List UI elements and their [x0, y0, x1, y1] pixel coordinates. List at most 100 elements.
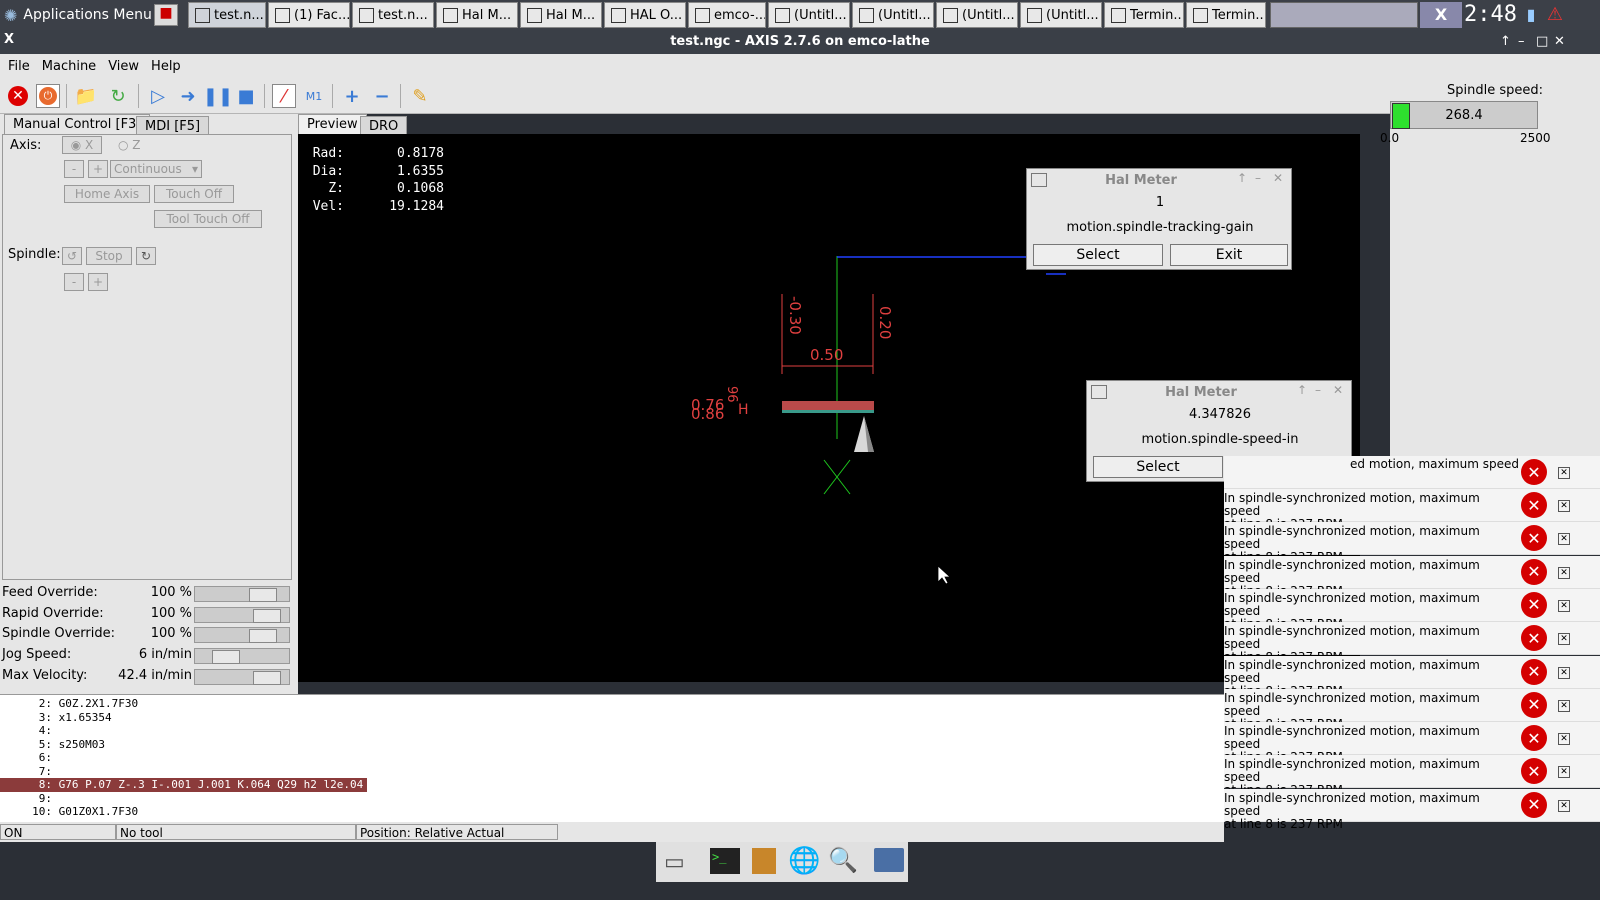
search-icon[interactable]: 🔍 [828, 846, 858, 874]
close-icon[interactable]: ✕ [1558, 766, 1570, 779]
close-icon[interactable]: ✕ [1558, 666, 1570, 679]
close-icon[interactable]: ✕ [1558, 799, 1570, 812]
taskbar-task[interactable]: Hal M... [520, 2, 602, 28]
workspace-switcher[interactable] [1270, 2, 1418, 28]
gcode-line[interactable]: 4: [0, 724, 1224, 738]
notification[interactable]: ed motion, maximum speed ✕ ✕ [1224, 456, 1600, 489]
hal-meter-exit-button[interactable]: Exit [1170, 244, 1288, 266]
gcode-line[interactable]: 9: [0, 792, 1224, 806]
web-browser-icon[interactable]: 🌐 [788, 846, 820, 876]
jog-plus-button[interactable]: + [88, 160, 108, 178]
spindle-stop-button[interactable]: Stop [86, 247, 132, 265]
spindle-faster-button[interactable]: + [88, 273, 108, 291]
show-desktop-dock-icon[interactable]: ▭ [664, 850, 685, 875]
notification[interactable]: In spindle-synchronized motion, maximum … [1224, 588, 1600, 630]
close-icon[interactable]: ✕ [1558, 467, 1570, 479]
step-icon[interactable]: ➜ [176, 84, 200, 108]
menu-help[interactable]: Help [151, 59, 181, 74]
taskbar-task[interactable]: Termin... [1104, 2, 1184, 28]
axis-z-radio[interactable]: ○ Z [118, 138, 141, 152]
gcode-line[interactable]: 5: s250M03 [0, 738, 1224, 752]
window-raise-icon[interactable]: ↑ [1500, 34, 1511, 49]
menu-file[interactable]: File [8, 59, 30, 74]
window-close-icon[interactable]: ✕ [1273, 171, 1283, 185]
slider-thumb[interactable] [212, 650, 240, 664]
applications-menu[interactable]: ✺ Applications Menu [4, 3, 152, 27]
zoom-in-icon[interactable]: + [340, 84, 364, 108]
gcode-line[interactable]: 8: G76 P.07 Z-.3 I-.001 J.001 K.064 Q29 … [0, 778, 368, 792]
notification[interactable]: In spindle-synchronized motion, maximum … [1224, 655, 1600, 697]
terminal-icon[interactable]: >_ [710, 848, 740, 874]
taskbar-task[interactable]: (Untitl... [1020, 2, 1102, 28]
pause-icon[interactable]: ❚❚ [203, 84, 233, 108]
axis-x-radio[interactable]: ◉ X [62, 136, 102, 154]
taskbar-task[interactable]: emco-... [688, 2, 766, 28]
slider-thumb[interactable] [253, 609, 281, 623]
notification[interactable]: In spindle-synchronized motion, maximum … [1224, 788, 1600, 830]
tab-dro[interactable]: DRO [360, 116, 408, 136]
override-slider[interactable] [194, 607, 290, 623]
override-slider[interactable] [194, 627, 290, 643]
clock[interactable]: 2:48 [1464, 2, 1517, 28]
window-raise-icon[interactable]: ↑ [1297, 383, 1307, 397]
folder-icon[interactable] [874, 848, 904, 872]
machine-power-icon[interactable]: ⏻ [36, 84, 60, 108]
window-raise-icon[interactable]: ↑ [1237, 171, 1247, 185]
override-slider[interactable] [194, 669, 290, 685]
slider-thumb[interactable] [253, 671, 281, 685]
taskbar-task[interactable]: test.n... [188, 2, 266, 28]
reload-icon[interactable]: ↻ [106, 84, 130, 108]
taskbar-task[interactable]: (Untitl... [936, 2, 1018, 28]
close-icon[interactable]: ✕ [1558, 733, 1570, 746]
notification[interactable]: In spindle-synchronized motion, maximum … [1224, 489, 1600, 531]
optional-stop-icon[interactable]: M1 [302, 84, 326, 108]
home-axis-button[interactable]: Home Axis [64, 185, 150, 203]
gcode-listing[interactable]: 2: G0Z.2X1.7F30 3: x1.65354 4: 5: s250M03 6… [0, 694, 1224, 822]
jog-minus-button[interactable]: - [64, 160, 84, 178]
slider-thumb[interactable] [249, 629, 277, 643]
taskbar-task[interactable]: HAL O... [604, 2, 686, 28]
window-maximize-icon[interactable]: □ [1536, 34, 1548, 49]
taskbar-task[interactable]: (1) Fac... [268, 2, 350, 28]
taskbar-task[interactable]: (Untitl... [852, 2, 934, 28]
notification[interactable]: In spindle-synchronized motion, maximum … [1224, 688, 1600, 730]
tool-touch-off-button[interactable]: Tool Touch Off [154, 210, 262, 228]
axis-tray-icon[interactable]: X [1420, 2, 1462, 28]
gcode-line[interactable]: 10: G01Z0X1.7F30 [0, 805, 1224, 819]
taskbar-task[interactable]: (Untitl... [768, 2, 850, 28]
file-manager-icon[interactable] [752, 848, 776, 874]
window-minimize-icon[interactable]: – [1315, 383, 1321, 397]
menu-view[interactable]: View [108, 59, 139, 74]
taskbar-task[interactable]: test.n... [352, 2, 434, 28]
gcode-line[interactable]: 2: G0Z.2X1.7F30 [0, 697, 1224, 711]
close-icon[interactable]: ✕ [1558, 566, 1570, 579]
spindle-slower-button[interactable]: - [64, 273, 84, 291]
block-delete-icon[interactable]: ⁄ [272, 84, 296, 108]
slider-thumb[interactable] [249, 588, 277, 602]
taskbar-task[interactable]: Termin... [1186, 2, 1266, 28]
override-slider[interactable] [194, 586, 290, 602]
notification[interactable]: In spindle-synchronized motion, maximum … [1224, 755, 1600, 797]
network-icon[interactable]: ▮ [1520, 2, 1542, 28]
spindle-forward-icon[interactable]: ↻ [136, 247, 156, 265]
notification[interactable]: In spindle-synchronized motion, maximum … [1224, 555, 1600, 597]
close-icon[interactable]: ✕ [1558, 533, 1570, 546]
close-icon[interactable]: ✕ [1558, 500, 1570, 512]
hal-meter-select-button[interactable]: Select [1093, 456, 1223, 478]
window-menu-icon[interactable]: X [4, 32, 14, 47]
notification[interactable]: In spindle-synchronized motion, maximum … [1224, 522, 1600, 564]
hal-meter-select-button[interactable]: Select [1033, 244, 1163, 266]
touch-off-button[interactable]: Touch Off [154, 185, 234, 203]
notification[interactable]: In spindle-synchronized motion, maximum … [1224, 722, 1600, 764]
jog-increment-select[interactable]: Continuous ▾ [110, 160, 202, 178]
gcode-line[interactable]: 3: x1.65354 [0, 711, 1224, 725]
tab-preview[interactable]: Preview [298, 114, 367, 134]
zoom-out-icon[interactable]: − [370, 84, 394, 108]
run-icon[interactable]: ▷ [146, 84, 170, 108]
close-icon[interactable]: ✕ [1558, 699, 1570, 712]
close-icon[interactable]: ✕ [1558, 633, 1570, 646]
open-file-icon[interactable]: 📁 [74, 84, 98, 108]
warning-icon[interactable]: ⚠ [1544, 2, 1566, 28]
taskbar-task[interactable]: Hal M... [436, 2, 518, 28]
estop-icon[interactable]: ✕ [6, 84, 30, 108]
